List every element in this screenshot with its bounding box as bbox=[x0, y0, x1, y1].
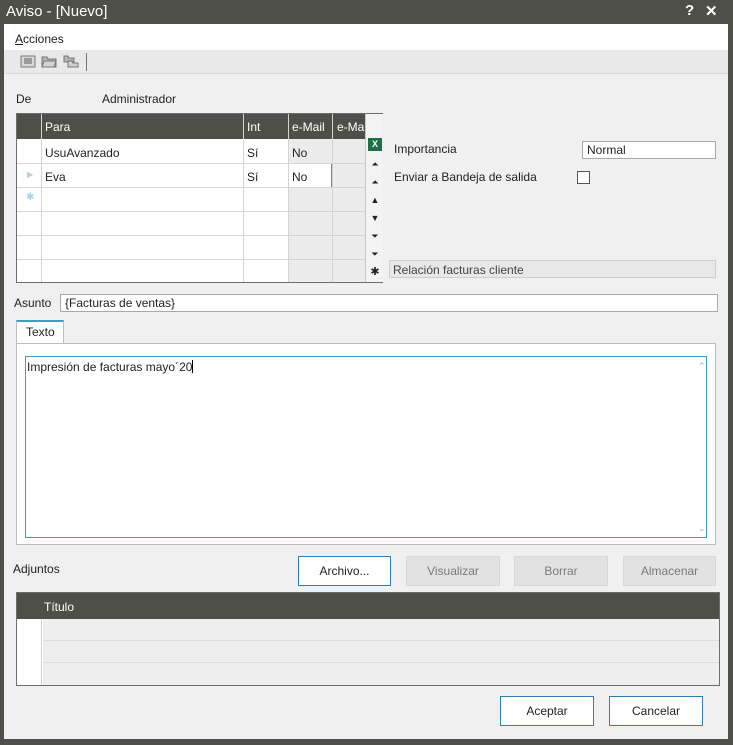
grid-colline bbox=[332, 114, 333, 282]
row-selector-column bbox=[17, 619, 42, 685]
from-label: De bbox=[16, 92, 32, 106]
menu-acciones-label: cciones bbox=[23, 32, 64, 46]
close-button[interactable]: ✕ bbox=[705, 2, 718, 20]
table-row[interactable] bbox=[43, 619, 719, 641]
recipient-para[interactable]: UsuAvanzado bbox=[45, 146, 120, 160]
tab-texto-label: Texto bbox=[26, 325, 55, 339]
excel-export-icon[interactable]: X bbox=[368, 138, 382, 151]
outbox-label: Enviar a Bandeja de salida bbox=[394, 170, 537, 184]
attachments-grid-header: Título bbox=[17, 593, 719, 619]
recipient-email[interactable]: No bbox=[292, 146, 307, 160]
importance-label: Importancia bbox=[394, 142, 457, 156]
col-para[interactable]: Para bbox=[45, 120, 70, 134]
grid-colline bbox=[41, 114, 42, 282]
cancel-button[interactable]: Cancelar bbox=[609, 696, 703, 726]
toolbar-separator bbox=[86, 53, 87, 71]
grid-rowline bbox=[17, 235, 365, 236]
menu-acciones-mnemonic: A bbox=[15, 32, 24, 46]
open-folder-icon[interactable] bbox=[41, 55, 57, 68]
body-text-content: Impresión de facturas mayo´20 bbox=[27, 360, 193, 374]
col-email[interactable]: e-Mail bbox=[292, 120, 325, 134]
grid-colline bbox=[243, 114, 244, 282]
col-email-2[interactable]: e-Ma bbox=[337, 120, 364, 134]
recipients-grid-header: Para Int e-Mail e-Ma bbox=[17, 114, 365, 139]
archivo-button[interactable]: Archivo... bbox=[298, 556, 391, 586]
recipient-para[interactable]: Eva bbox=[45, 170, 66, 184]
dialog-window: Aviso - [Nuevo] ? ✕ Acciones De Administ… bbox=[0, 0, 733, 745]
folder-tree-icon[interactable] bbox=[63, 55, 79, 68]
table-row[interactable] bbox=[43, 641, 719, 663]
col-int[interactable]: Int bbox=[247, 120, 260, 134]
text-tab-panel: Impresión de facturas mayo´20 ⌃ ⌄ bbox=[16, 343, 716, 545]
outbox-checkbox[interactable] bbox=[577, 171, 590, 184]
prev-page-icon[interactable]: ⏶ bbox=[369, 174, 381, 190]
attachments-grid[interactable]: Título bbox=[16, 592, 720, 686]
scroll-down-icon[interactable]: ⌄ bbox=[698, 523, 706, 534]
add-record-icon[interactable]: ✱ bbox=[369, 264, 381, 280]
col-titulo[interactable]: Título bbox=[44, 600, 74, 614]
dialog-client: Acciones De Administrador Para Int e-Mai… bbox=[4, 24, 728, 739]
menu-bar: Acciones bbox=[4, 24, 728, 50]
recipient-int[interactable]: Sí bbox=[247, 146, 258, 160]
scroll-up-icon[interactable]: ⌃ bbox=[698, 361, 706, 372]
subject-input[interactable]: {Facturas de ventas} bbox=[60, 294, 718, 312]
recipient-int[interactable]: Sí bbox=[247, 170, 258, 184]
next-page-icon[interactable]: ⏷ bbox=[369, 228, 381, 244]
last-record-icon[interactable]: ⏷ bbox=[369, 246, 381, 262]
visualizar-button[interactable]: Visualizar bbox=[406, 556, 500, 586]
almacenar-button[interactable]: Almacenar bbox=[623, 556, 716, 586]
current-row-indicator-icon: ▶ bbox=[27, 170, 34, 179]
help-button[interactable]: ? bbox=[685, 2, 694, 19]
grid-navigator: X ⏶ ⏶ ▲ ▼ ⏷ ⏷ ✱ bbox=[365, 114, 383, 282]
toolbar bbox=[4, 50, 728, 74]
subject-label: Asunto bbox=[14, 296, 52, 310]
text-caret bbox=[192, 360, 194, 373]
next-record-icon[interactable]: ▼ bbox=[369, 210, 381, 226]
save-icon[interactable] bbox=[20, 55, 36, 68]
grid-rowline bbox=[17, 259, 365, 260]
tab-texto[interactable]: Texto bbox=[16, 320, 64, 343]
body-textarea[interactable]: Impresión de facturas mayo´20 ⌃ ⌄ bbox=[25, 356, 707, 538]
body-text: Impresión de facturas mayo´20 bbox=[27, 360, 194, 374]
first-record-icon[interactable]: ⏶ bbox=[369, 156, 381, 172]
recipients-grid[interactable]: Para Int e-Mail e-Ma UsuAvanzado Sí No ▶… bbox=[16, 113, 383, 283]
grid-rowline bbox=[17, 211, 365, 212]
new-row-icon: ✱ bbox=[26, 192, 35, 203]
relation-field: Relación facturas cliente bbox=[389, 260, 716, 278]
from-value: Administrador bbox=[102, 92, 177, 106]
table-row[interactable] bbox=[43, 663, 719, 685]
prev-record-icon[interactable]: ▲ bbox=[369, 192, 381, 208]
menu-acciones[interactable]: Acciones bbox=[15, 32, 64, 46]
accept-button[interactable]: Aceptar bbox=[500, 696, 594, 726]
attachments-label: Adjuntos bbox=[13, 562, 60, 576]
grid-colline bbox=[288, 114, 289, 282]
borrar-button[interactable]: Borrar bbox=[514, 556, 608, 586]
window-title: Aviso - [Nuevo] bbox=[6, 3, 108, 20]
grid-rowline bbox=[17, 187, 365, 188]
importance-select[interactable]: Normal bbox=[582, 141, 716, 159]
title-bar: Aviso - [Nuevo] ? ✕ bbox=[0, 0, 733, 24]
recipient-email[interactable]: No bbox=[292, 170, 307, 184]
